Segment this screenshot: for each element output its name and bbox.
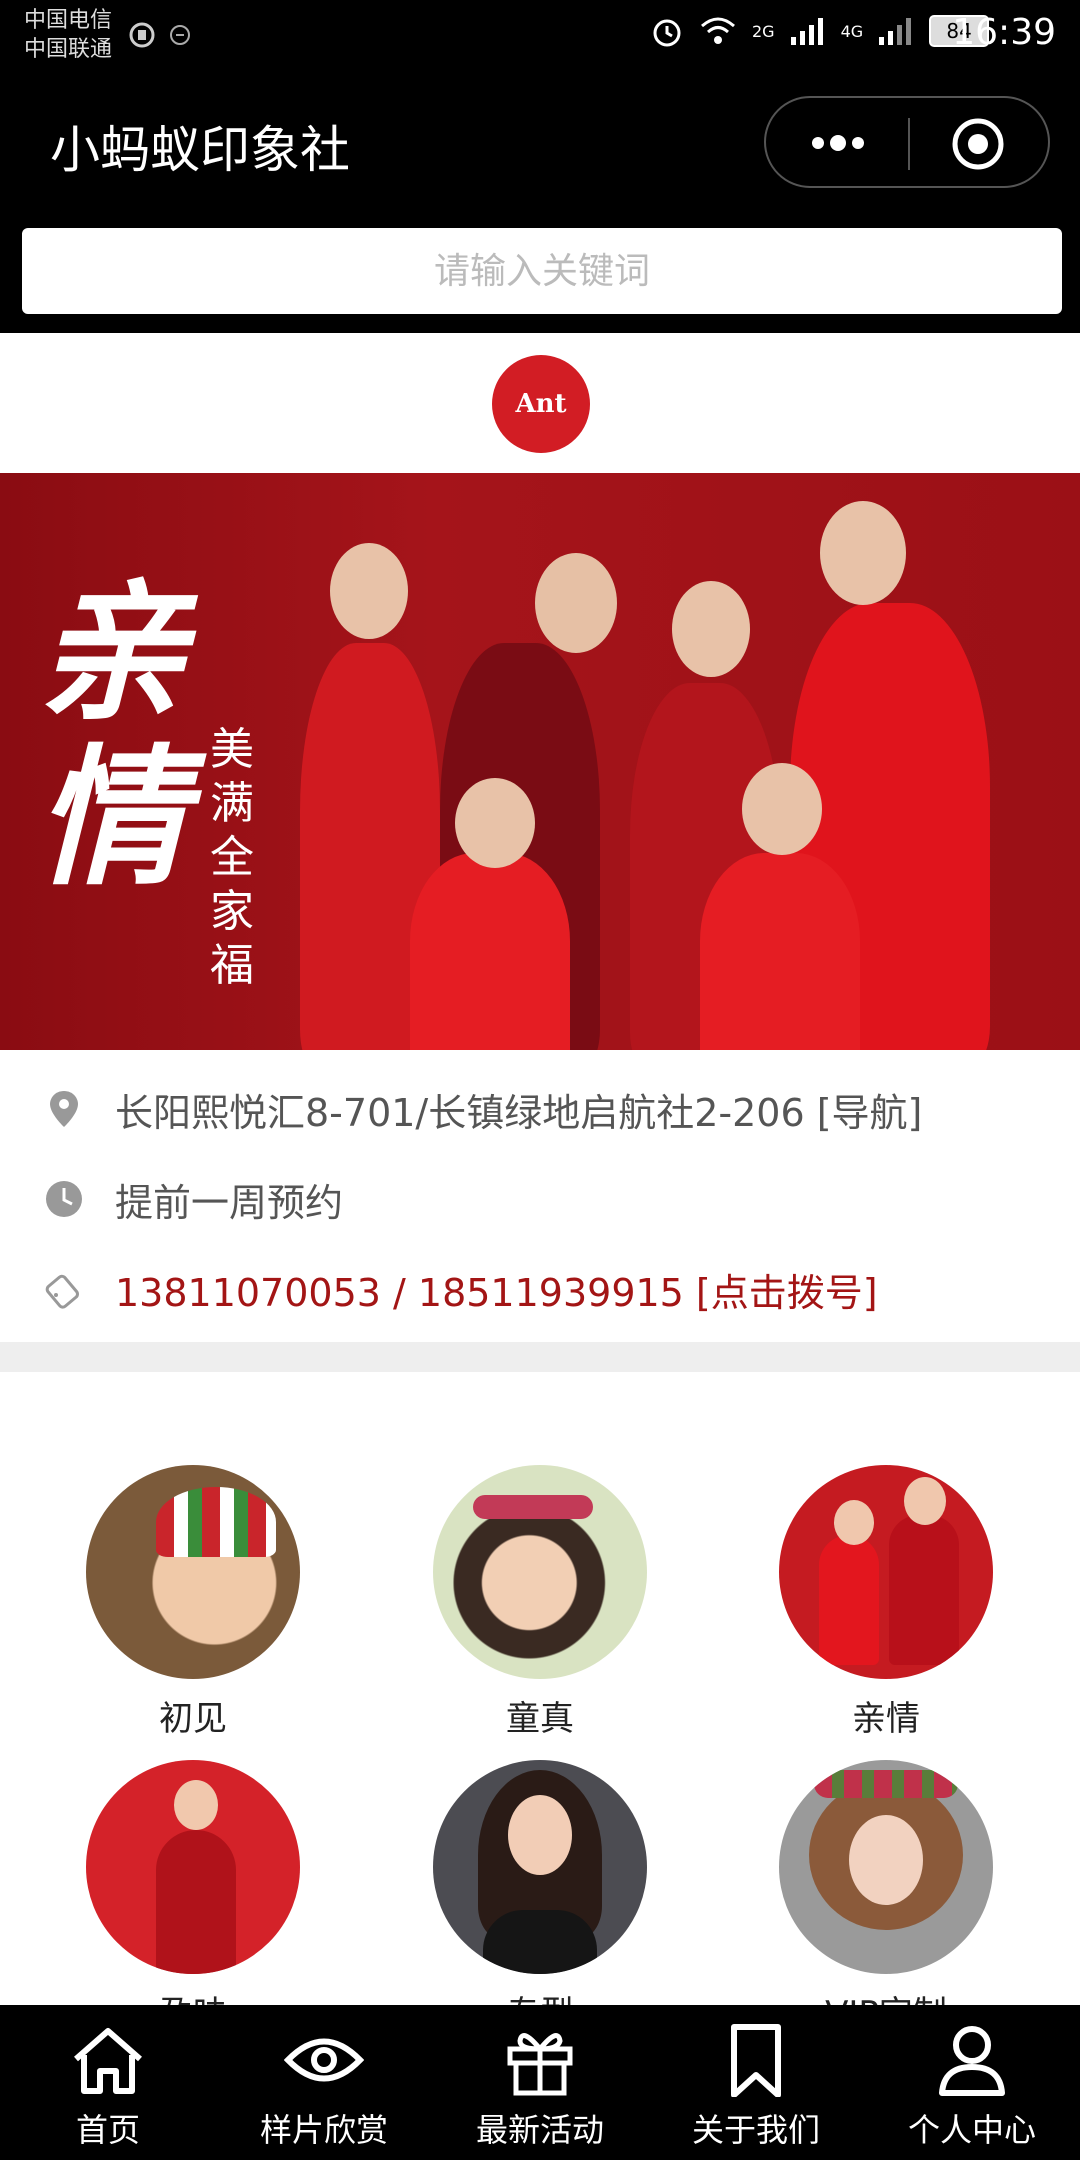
- category-photo: [433, 1465, 647, 1679]
- status-icons: 2G 4G 84: [650, 14, 990, 48]
- bookmark-icon: [731, 2024, 781, 2098]
- store-info: 长阳熙悦汇8-701/长镇绿地启航社2-206 [导航] 提前一周预约 1381…: [0, 1050, 1080, 1340]
- tab-bar: 首页 样片欣赏 最新活动 关于我们 个人中心: [0, 2005, 1080, 2160]
- brand-logo-text: Ant: [515, 389, 567, 419]
- figure-boy-head: [742, 763, 822, 855]
- carrier-1: 中国电信: [24, 8, 113, 33]
- tab-label: 样片欣赏: [259, 2111, 388, 2149]
- tab-home[interactable]: 首页: [0, 2005, 216, 2160]
- carrier-names: 中国电信 中国联通: [24, 6, 112, 64]
- tab-label: 最新活动: [475, 2111, 604, 2149]
- category-photo: [779, 1465, 993, 1679]
- eye-icon: [283, 2038, 365, 2082]
- alarm-icon: [653, 19, 681, 47]
- status-bar: 中国电信 中国联通 2G 4G 84 16:39: [0, 0, 1080, 72]
- clock: 16:39: [952, 12, 1056, 53]
- category-label: 童真: [506, 1699, 574, 1739]
- banner-char-2: 情: [36, 730, 187, 906]
- home-icon: [74, 2028, 142, 2094]
- brand-logo: Ant: [492, 355, 590, 453]
- signal-1-label: 2G: [752, 21, 775, 41]
- figure-girl-head: [455, 778, 535, 868]
- mini-program-capsule: [764, 96, 1050, 188]
- booking-row: 提前一周预约: [0, 1164, 1080, 1234]
- address-text: 长阳熙悦汇8-701/长镇绿地启航社2-206 [导航]: [115, 1090, 923, 1135]
- tab-gallery[interactable]: 样片欣赏: [216, 2005, 432, 2160]
- figure-woman-head: [330, 543, 408, 639]
- address-row[interactable]: 长阳熙悦汇8-701/长镇绿地启航社2-206 [导航]: [0, 1074, 1080, 1144]
- category-photo: [779, 1760, 993, 1974]
- phone-tag-icon: [45, 1274, 79, 1309]
- capsule-divider: [908, 118, 910, 170]
- category-label: 初见: [159, 1699, 227, 1739]
- figure-boy: [700, 853, 860, 1050]
- category-item-qinqing[interactable]: 亲情: [736, 1465, 1036, 1740]
- tab-label: 关于我们: [691, 2111, 820, 2149]
- person-icon: [939, 2026, 1005, 2096]
- figure-girl: [410, 853, 570, 1050]
- title-bar: 小蚂蚁印象社: [0, 72, 1080, 230]
- figure-man-head: [820, 501, 906, 605]
- gift-icon: [507, 2033, 573, 2096]
- tab-label: 个人中心: [907, 2111, 1036, 2149]
- close-target-icon[interactable]: [950, 116, 1006, 172]
- category-item-vip[interactable]: VIP定制: [736, 1760, 1036, 2035]
- tab-about[interactable]: 关于我们: [648, 2005, 864, 2160]
- more-icon[interactable]: [806, 128, 870, 158]
- location-pin-icon: [50, 1091, 78, 1127]
- wifi-icon: [701, 17, 735, 44]
- phone-text: 13811070053 / 18511939915 [点击拨号]: [115, 1270, 878, 1315]
- banner-char-1: 亲: [36, 565, 187, 741]
- tab-events[interactable]: 最新活动: [432, 2005, 648, 2160]
- banner-image[interactable]: 亲 情 美满全家福: [0, 473, 1080, 1050]
- carrier-2: 中国联通: [24, 37, 113, 62]
- booking-text: 提前一周预约: [115, 1180, 344, 1225]
- category-photo: [86, 1465, 300, 1679]
- figure-grandmother-head: [672, 581, 750, 677]
- notification-icons: [126, 18, 196, 56]
- search-input[interactable]: [22, 228, 1062, 314]
- page-title: 小蚂蚁印象社: [50, 121, 350, 179]
- logo-row: Ant: [0, 333, 1080, 473]
- banner-vertical-text: 美满全家福: [210, 724, 254, 991]
- category-item-chujian[interactable]: 初见: [43, 1465, 343, 1740]
- signal-1-icon: [790, 18, 823, 45]
- signal-2-label: 4G: [840, 21, 864, 41]
- tab-profile[interactable]: 个人中心: [864, 2005, 1080, 2160]
- signal-2-icon: [879, 18, 912, 45]
- section-divider: [0, 1342, 1080, 1372]
- category-photo: [86, 1760, 300, 1974]
- category-label: 亲情: [852, 1699, 920, 1739]
- clock-icon: [46, 1181, 82, 1217]
- tab-label: 首页: [75, 2111, 140, 2149]
- category-photo: [433, 1760, 647, 1974]
- category-item-tongzhen[interactable]: 童真: [390, 1465, 690, 1740]
- search-bar: [0, 215, 1080, 333]
- category-item-yunwei[interactable]: 孕味: [43, 1760, 343, 2035]
- category-item-zhuanxing[interactable]: 专型: [390, 1760, 690, 2035]
- figure-grandfather-head: [535, 553, 617, 653]
- phone-row[interactable]: 13811070053 / 18511939915 [点击拨号]: [0, 1254, 1080, 1324]
